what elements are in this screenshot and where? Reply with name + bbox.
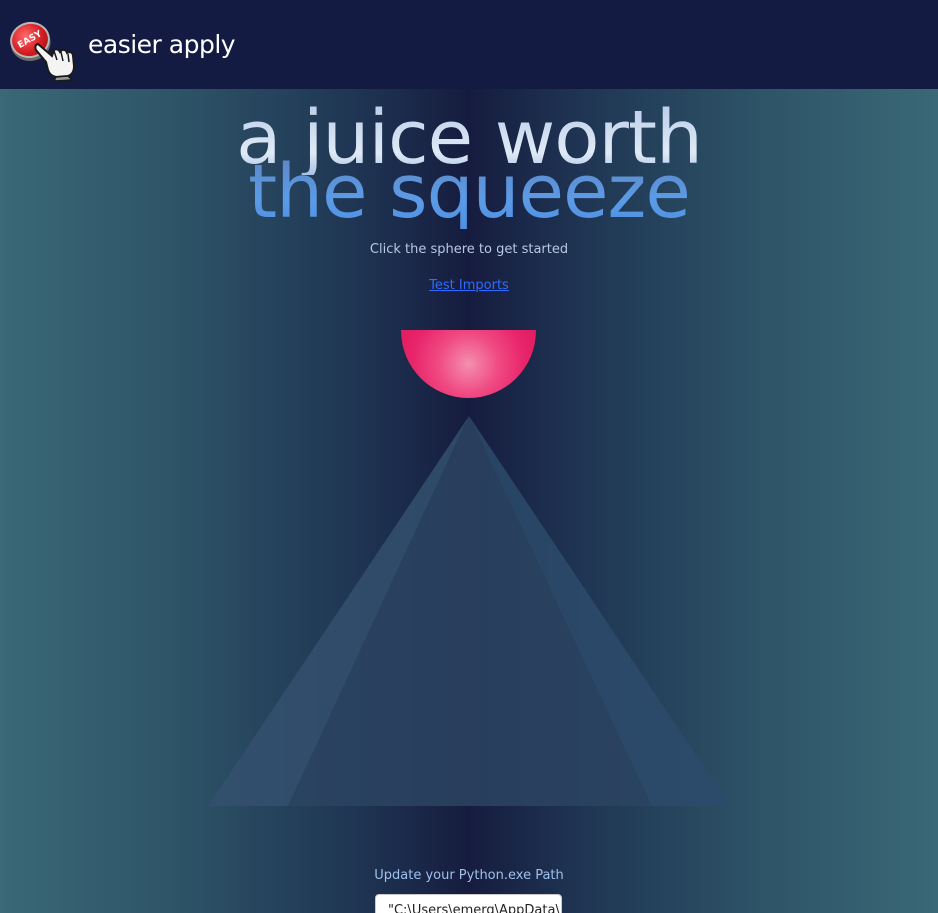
navbar: EASY easier apply bbox=[0, 0, 938, 89]
hero-subtitle: Click the sphere to get started bbox=[369, 242, 569, 257]
pointing-hand-icon bbox=[34, 42, 76, 82]
python-path-label: Update your Python.exe Path bbox=[374, 868, 564, 883]
pyramid-graphic bbox=[208, 416, 730, 806]
test-imports-link[interactable]: Test Imports bbox=[429, 278, 509, 293]
python-path-input[interactable]: "C:\Users\emerg\AppData\ bbox=[375, 894, 562, 913]
brand-name[interactable]: easier apply bbox=[88, 30, 236, 59]
sphere-button[interactable] bbox=[401, 330, 536, 398]
easy-button-hand-icon[interactable]: EASY bbox=[6, 14, 84, 82]
test-imports-container: Test Imports bbox=[0, 278, 938, 293]
hero-title-line-2: the squeeze bbox=[0, 155, 938, 229]
